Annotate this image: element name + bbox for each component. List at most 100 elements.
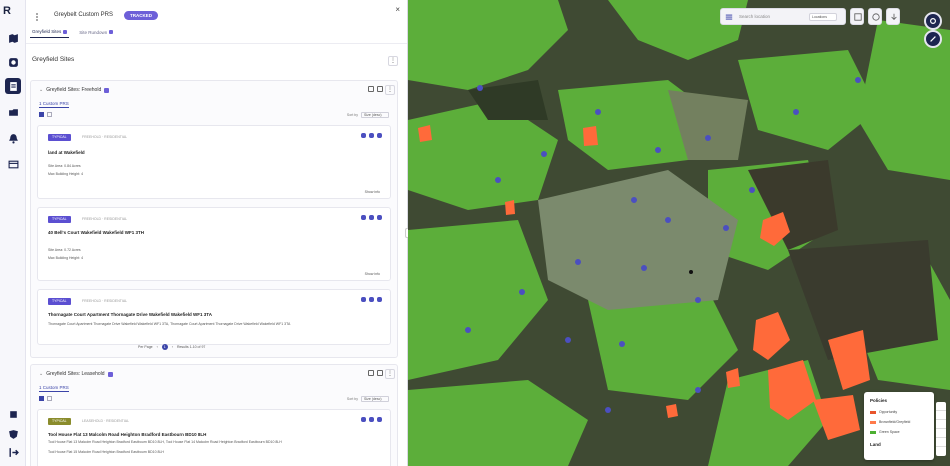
pin-icon[interactable] bbox=[377, 133, 382, 138]
star-icon[interactable] bbox=[369, 417, 374, 422]
link-icon[interactable] bbox=[361, 297, 366, 302]
tab-site-rundown[interactable]: Site Rundown bbox=[77, 26, 115, 38]
list-icon[interactable] bbox=[725, 13, 733, 21]
search-scope-select[interactable]: Locations bbox=[809, 13, 837, 21]
pencil-icon bbox=[930, 36, 936, 42]
sort-control: Sort by Size (desc) bbox=[347, 396, 389, 402]
status-badge: TRACKED bbox=[124, 11, 158, 20]
list-view-icon[interactable] bbox=[39, 112, 44, 117]
export-icon[interactable] bbox=[368, 370, 374, 376]
card-meta: FREEHOLD · RESIDENTIAL bbox=[82, 217, 128, 221]
info-button[interactable] bbox=[868, 8, 882, 25]
legend-item: Opportunity bbox=[870, 410, 897, 414]
bell-icon[interactable] bbox=[5, 130, 21, 146]
panel-header: Greybelt Custom PRS TRACKED × Greyfield … bbox=[26, 0, 407, 44]
edit-icon[interactable] bbox=[107, 371, 113, 377]
per-page-label: Per Page bbox=[138, 345, 153, 349]
site-card[interactable]: TYPICAL FREEHOLD · RESIDENTIAL land at W… bbox=[37, 125, 391, 199]
site-card[interactable]: TYPICAL LEASEHOLD · RESIDENTIAL Tool Hou… bbox=[37, 409, 391, 466]
pin-icon[interactable] bbox=[377, 215, 382, 220]
print-icon[interactable] bbox=[377, 86, 383, 92]
link-icon[interactable] bbox=[361, 417, 366, 422]
draw-button[interactable] bbox=[924, 30, 942, 48]
fullscreen-button[interactable] bbox=[936, 438, 946, 447]
sort-control: Sort by Size (desc) bbox=[347, 112, 389, 118]
zoom-out-button[interactable] bbox=[936, 420, 946, 429]
print-icon[interactable] bbox=[377, 370, 383, 376]
export-icon[interactable] bbox=[368, 86, 374, 92]
tab-label: Site Rundown bbox=[79, 29, 108, 35]
show-info-link[interactable]: Show info bbox=[365, 190, 380, 194]
zoom-level-button[interactable] bbox=[936, 411, 946, 420]
settings-icon[interactable] bbox=[5, 406, 21, 422]
legend-subtitle: Land bbox=[870, 442, 881, 447]
chevron-down-icon[interactable]: ⌄ bbox=[39, 371, 43, 377]
page-number[interactable]: 1 bbox=[161, 344, 168, 350]
pagination: Per Page ‹ 1 › Results 1-10 of 97 bbox=[138, 344, 205, 350]
card-actions bbox=[361, 417, 382, 422]
map-zoom-controls bbox=[936, 402, 946, 456]
subtab-custom-prs[interactable]: 1 Custom PRS bbox=[39, 385, 69, 392]
link-icon[interactable] bbox=[361, 215, 366, 220]
download-button[interactable] bbox=[886, 8, 900, 25]
group-title: ⌄ Greyfield Sites: Freehold bbox=[39, 87, 110, 93]
grid-view-icon[interactable] bbox=[47, 112, 52, 117]
star-icon[interactable] bbox=[369, 215, 374, 220]
layers-icon[interactable] bbox=[5, 54, 21, 70]
site-card[interactable]: TYPICAL FREEHOLD · RESIDENTIAL Thornagat… bbox=[37, 289, 391, 345]
link-icon[interactable] bbox=[361, 133, 366, 138]
subtab-label: 1 Custom PRS bbox=[39, 101, 69, 106]
tab-greyfield-sites[interactable]: Greyfield Sites bbox=[30, 26, 70, 38]
section-title: Greyfield Sites bbox=[32, 56, 75, 63]
grid-view-icon[interactable] bbox=[47, 396, 52, 401]
folder-icon[interactable] bbox=[5, 104, 21, 120]
download-icon bbox=[891, 13, 897, 20]
legend-label: Opportunity bbox=[879, 410, 898, 414]
group-menu-button[interactable]: ⋮ bbox=[385, 85, 395, 95]
table-icon[interactable] bbox=[5, 156, 21, 172]
card-status: TYPICAL bbox=[48, 298, 71, 305]
legend-item: Green Space bbox=[870, 430, 900, 434]
sites-panel: Greybelt Custom PRS TRACKED × Greyfield … bbox=[26, 0, 408, 466]
subtab-custom-prs[interactable]: 1 Custom PRS bbox=[39, 101, 69, 108]
edit-icon[interactable] bbox=[104, 87, 110, 93]
list-view-icon[interactable] bbox=[39, 396, 44, 401]
search-input[interactable]: Search location bbox=[739, 14, 770, 19]
settings-button[interactable] bbox=[924, 12, 942, 30]
site-card[interactable]: TYPICAL FREEHOLD · RESIDENTIAL 40 Bell's… bbox=[37, 207, 391, 281]
group-menu-button[interactable]: ⋮ bbox=[385, 369, 395, 379]
chevron-left-icon[interactable]: ‹ bbox=[157, 345, 158, 349]
compass-button[interactable] bbox=[936, 429, 946, 438]
legend-item: Brownfield/Greyfield bbox=[870, 420, 910, 424]
view-toggle bbox=[39, 396, 52, 401]
card-title: land at Wakefield bbox=[48, 150, 85, 155]
sort-select[interactable]: Size (desc) bbox=[361, 396, 389, 402]
card-title: Tool House Flat 13 Malcolm Road Heighton… bbox=[48, 432, 207, 437]
card-actions bbox=[361, 215, 382, 220]
shield-icon[interactable] bbox=[5, 426, 21, 442]
star-icon[interactable] bbox=[369, 133, 374, 138]
show-info-link[interactable]: Show info bbox=[365, 272, 380, 276]
tab-label: Greyfield Sites bbox=[32, 29, 62, 34]
layers-button[interactable] bbox=[850, 8, 864, 25]
pin-icon[interactable] bbox=[377, 417, 382, 422]
chevron-down-icon[interactable]: ⌄ bbox=[39, 87, 43, 93]
zoom-in-button[interactable] bbox=[936, 402, 946, 411]
section-menu-button[interactable]: ⋮ bbox=[388, 56, 398, 66]
pin-icon[interactable] bbox=[377, 297, 382, 302]
card-actions bbox=[361, 133, 382, 138]
card-actions bbox=[361, 297, 382, 302]
group-actions bbox=[368, 86, 383, 92]
logout-icon[interactable] bbox=[5, 444, 21, 460]
left-rail: R bbox=[0, 0, 26, 466]
card-line: Tool House Flat 13 Malcolm Road Heighton… bbox=[48, 440, 282, 444]
map-canvas[interactable]: Search location Locations Policies Oppor… bbox=[408, 0, 950, 466]
chevron-right-icon[interactable]: › bbox=[172, 345, 173, 349]
notes-icon[interactable] bbox=[5, 78, 21, 94]
close-icon[interactable]: × bbox=[395, 5, 400, 14]
sort-select[interactable]: Size (desc) bbox=[361, 112, 389, 118]
star-icon[interactable] bbox=[369, 297, 374, 302]
panel-tabs: Greyfield Sites Site Rundown bbox=[30, 26, 115, 38]
map-icon[interactable] bbox=[5, 30, 21, 46]
drag-handle-icon[interactable] bbox=[36, 12, 42, 22]
